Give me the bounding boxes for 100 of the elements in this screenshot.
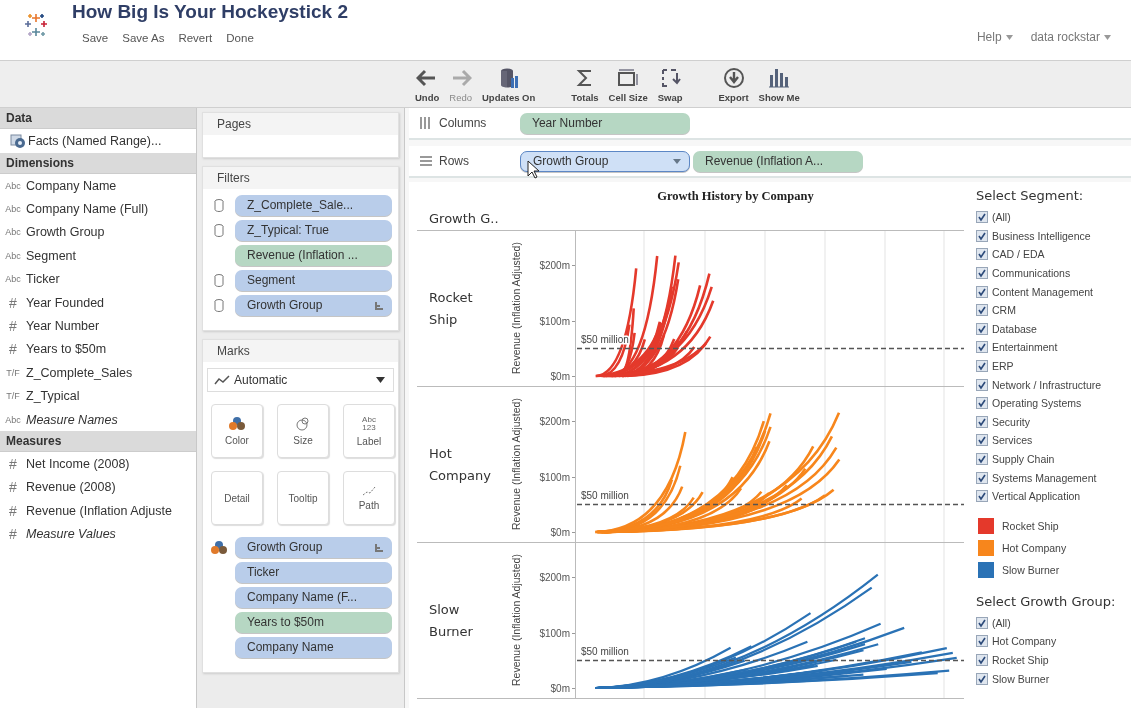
color-mark-button[interactable]: Color <box>211 404 263 458</box>
field-pill[interactable]: Years to $50m <box>235 612 392 633</box>
label-mark-button[interactable]: Abc 123 Label <box>343 404 395 458</box>
checkbox[interactable] <box>976 471 988 484</box>
field-pill[interactable]: Z_Typical: True <box>235 220 392 241</box>
data-source[interactable]: Facts (Named Range)... <box>28 134 162 148</box>
detail-mark-button[interactable]: Detail <box>211 471 263 525</box>
field-type-label: # <box>8 479 18 496</box>
field-type-label: Abc <box>4 274 22 285</box>
checkbox[interactable] <box>976 434 988 447</box>
checkbox[interactable] <box>976 322 988 335</box>
checkbox-label[interactable]: Operating Systems <box>992 397 1082 410</box>
field-pill[interactable]: Revenue (Inflation A... <box>693 150 863 172</box>
field-pill[interactable]: Growth Group <box>235 537 392 558</box>
checkbox[interactable] <box>976 378 988 391</box>
field-item[interactable]: Year Number <box>26 319 100 334</box>
cell-size-button[interactable]: Cell Size <box>605 61 651 107</box>
size-mark-button[interactable]: Size <box>277 404 329 458</box>
checkbox[interactable] <box>976 285 988 298</box>
field-item[interactable]: Measure Values <box>26 527 116 542</box>
menu-item[interactable]: Save <box>82 32 109 44</box>
checkbox-label[interactable]: Security <box>992 415 1030 428</box>
checkbox[interactable] <box>976 341 988 354</box>
field-item[interactable]: Revenue (2008) <box>26 480 116 495</box>
field-pill[interactable]: Z_Complete_Sale... <box>235 195 392 216</box>
checkbox-label[interactable]: Hot Company <box>992 635 1057 648</box>
checkbox-label[interactable]: Entertainment <box>992 341 1058 354</box>
checkbox[interactable] <box>976 248 988 261</box>
field-type-label: # <box>8 318 18 335</box>
checkbox[interactable] <box>976 654 988 666</box>
checkbox-label[interactable]: Content Management <box>992 285 1093 298</box>
field-item[interactable]: Ticker <box>26 272 60 287</box>
field-item[interactable]: Company Name (Full) <box>26 202 149 217</box>
checkbox[interactable] <box>976 453 988 465</box>
field-pill[interactable]: Year Number <box>520 112 690 134</box>
field-pill[interactable]: Company Name (F... <box>235 587 392 608</box>
checkbox-label[interactable]: Systems Management <box>992 471 1097 484</box>
field-pill[interactable]: Growth Group <box>235 295 392 316</box>
checkbox-label[interactable]: Business Intelligence <box>992 229 1091 242</box>
field-item[interactable]: Z_Complete_Sales <box>26 365 133 380</box>
field-pill[interactable]: Ticker <box>235 562 392 583</box>
field-item[interactable]: Growth Group <box>26 225 105 240</box>
top-link[interactable]: data rockstar <box>1030 14 1111 60</box>
field-pill[interactable]: Revenue (Inflation ... <box>235 245 392 266</box>
checkbox-label[interactable]: Services <box>992 434 1033 447</box>
field-pill[interactable]: Company Name <box>235 637 392 658</box>
checkbox[interactable] <box>976 304 988 317</box>
swap-button[interactable]: Swap <box>654 61 686 107</box>
undo-button[interactable]: Undo <box>412 61 443 107</box>
checkbox[interactable] <box>976 229 988 242</box>
field-item[interactable]: Year Founded <box>26 295 105 310</box>
field-pill[interactable]: Segment <box>235 270 392 291</box>
pane-header: Data <box>0 108 196 129</box>
checkbox[interactable] <box>976 635 988 648</box>
shelf-label: Rows <box>439 154 469 168</box>
checkbox[interactable] <box>976 397 988 410</box>
field-item[interactable]: Net Income (2008) <box>26 457 130 471</box>
checkbox[interactable] <box>976 360 988 373</box>
checkbox[interactable] <box>976 211 988 224</box>
field-item[interactable]: Years to $50m <box>26 342 107 357</box>
menu-item[interactable]: Done <box>226 32 254 44</box>
export-button[interactable]: Export <box>715 61 752 107</box>
field-type-label: Abc <box>4 414 22 425</box>
checkbox-label[interactable]: (All) <box>992 211 1011 224</box>
path-mark-button[interactable]: Path <box>343 471 395 525</box>
field-pill[interactable]: Growth Group <box>520 150 690 172</box>
checkbox[interactable] <box>976 672 988 685</box>
axis-tick-label: $200m <box>539 415 570 427</box>
axis-title: Revenue (Inflation Adjusted) <box>509 553 523 689</box>
updates-button[interactable]: Updates On <box>479 61 539 107</box>
checkbox-label[interactable]: Slow Burner <box>992 672 1050 685</box>
row-label: Slow Burner <box>428 600 474 641</box>
checkbox[interactable] <box>976 616 988 629</box>
checkbox[interactable] <box>976 267 988 280</box>
field-item[interactable]: Revenue (Inflation Adjuste <box>26 503 172 518</box>
field-item[interactable]: Company Name <box>26 178 117 193</box>
checkbox[interactable] <box>976 490 988 503</box>
field-item[interactable]: Measure Names <box>26 412 118 427</box>
checkbox-label[interactable]: Vertical Application <box>992 490 1081 503</box>
checkbox-label[interactable]: Supply Chain <box>992 453 1055 465</box>
checkbox-label[interactable]: Network / Infrastructure <box>992 378 1102 391</box>
checkbox-label[interactable]: Rocket Ship <box>992 654 1049 666</box>
field-item[interactable]: Z_Typical <box>26 389 80 404</box>
top-link[interactable]: Help <box>976 14 1013 60</box>
tooltip-mark-button[interactable]: Tooltip <box>277 471 329 525</box>
columns-shelf-icon <box>419 116 433 130</box>
checkbox-label[interactable]: Database <box>992 322 1037 335</box>
field-type-label: # <box>8 294 18 311</box>
checkbox[interactable] <box>976 415 988 428</box>
checkbox-label[interactable]: (All) <box>992 616 1011 629</box>
menu-item[interactable]: Revert <box>178 32 213 44</box>
field-item[interactable]: Segment <box>26 248 77 263</box>
checkbox-label[interactable]: CRM <box>992 304 1016 317</box>
mark-type-dropdown[interactable]: Automatic <box>207 368 394 392</box>
totals-button[interactable]: Totals <box>568 61 602 107</box>
checkbox-label[interactable]: CAD / EDA <box>992 248 1045 261</box>
checkbox-label[interactable]: Communications <box>992 267 1071 280</box>
checkbox-label[interactable]: ERP <box>992 360 1014 373</box>
menu-item[interactable]: Save As <box>122 32 165 44</box>
show-me-button[interactable]: Show Me <box>755 61 803 107</box>
